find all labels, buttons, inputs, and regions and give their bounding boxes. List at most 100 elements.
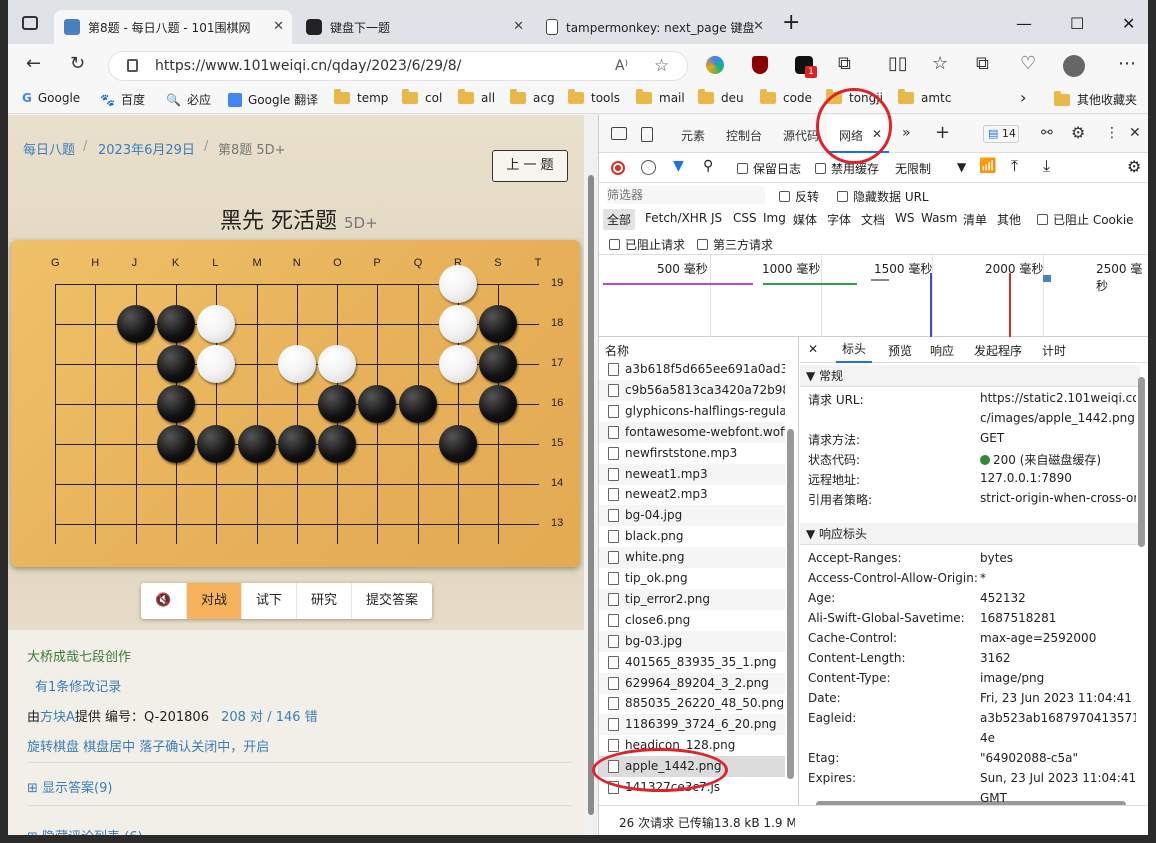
tab-tampermonkey[interactable]: tampermonkey: next_page 键盘下 ✕ [536, 10, 772, 44]
filter-funnel-icon[interactable]: ▼ [673, 158, 684, 174]
network-timeline[interactable]: 500 毫秒 1000 毫秒 1500 毫秒 2000 毫秒 2500 毫秒 [599, 255, 1148, 337]
tab-sources[interactable]: 源代码 [783, 127, 819, 144]
new-tab-button[interactable]: + [782, 10, 800, 35]
bookmark-google-translate[interactable]: Google 翻译 [228, 91, 318, 108]
bookmark-bing[interactable]: 🔍 必应 [166, 91, 211, 108]
tab-console[interactable]: 控制台 [726, 127, 762, 144]
detail-scrollbar[interactable] [1136, 367, 1148, 807]
network-settings-icon[interactable]: ⚙ [1127, 157, 1141, 176]
request-row[interactable]: 885035_26220_48_50.png [599, 693, 785, 714]
throttle-select[interactable]: 无限制 ▼ [895, 160, 967, 177]
general-section-header[interactable]: ▼ 常规 [800, 365, 1140, 387]
author-credit[interactable]: 大桥成哉七段创作 [27, 646, 131, 665]
bookmark-folder-amtc[interactable]: amtc [898, 89, 951, 105]
comments-toggle[interactable]: ⊞ 隐藏评论列表 (6) [27, 826, 143, 835]
filter-input[interactable] [607, 186, 765, 204]
connection-icon[interactable]: ⚯ [1041, 125, 1053, 141]
try-button[interactable]: 试下 [242, 583, 298, 619]
bookmark-google[interactable]: G Google [22, 91, 80, 105]
bookmark-folder-col[interactable]: col [402, 89, 442, 105]
issues-badge[interactable]: ▤ 14 [983, 125, 1019, 143]
battle-button[interactable]: 对战 [187, 583, 243, 619]
study-button[interactable]: 研究 [297, 583, 353, 619]
request-row[interactable]: glyphicons-halflings-regula... [599, 401, 785, 422]
clear-icon[interactable] [641, 160, 656, 175]
extensions-icon[interactable]: ⧉ [838, 53, 851, 74]
record-icon[interactable] [611, 161, 625, 175]
back-icon[interactable]: ← [26, 53, 41, 74]
blocked-requests-checkbox[interactable]: 已阻止请求 [609, 236, 685, 253]
request-list-scrollbar-thumb[interactable] [787, 429, 794, 779]
wifi-conditions-icon[interactable]: 📶 [979, 158, 996, 174]
type-fetch-xhr[interactable]: Fetch/XHR [645, 211, 707, 225]
tab-active[interactable]: 第8题 - 每日八题 - 101围棋网 ✕ [54, 10, 292, 44]
request-row[interactable]: c9b56a5813ca3420a72b987... [599, 379, 785, 401]
type-all[interactable]: 全部 [603, 209, 636, 230]
request-row[interactable]: 401565_83935_35_1.png [599, 652, 785, 673]
request-row[interactable]: white.png [599, 547, 785, 569]
favorite-star-icon[interactable]: ☆ [654, 52, 669, 80]
bookmark-folder-temp[interactable]: temp [334, 89, 388, 105]
read-aloud-icon[interactable]: A⁾ [615, 52, 628, 80]
request-row[interactable]: neweat1.mp3 [599, 463, 785, 485]
more-menu-icon[interactable]: ⋯ [1118, 53, 1136, 74]
bookmark-folder-all[interactable]: all [458, 89, 495, 105]
blocked-cookies-checkbox[interactable]: 已阻止 Cookie [1037, 211, 1134, 228]
request-row[interactable]: 629964_89204_3_2.png [599, 672, 785, 694]
type-wasm[interactable]: Wasm [921, 211, 957, 225]
hide-data-url-checkbox[interactable]: 隐藏数据 URL [837, 188, 929, 205]
edit-record-link[interactable]: 有1条修改记录 [35, 676, 121, 695]
breadcrumb-daily[interactable]: 每日八题 [23, 139, 75, 158]
prev-question-button[interactable]: 上 一 题 [492, 150, 568, 182]
ublock-icon[interactable] [752, 56, 768, 74]
submit-answer-button[interactable]: 提交答案 [352, 583, 432, 619]
request-row[interactable]: tip_ok.png [599, 568, 785, 589]
tab-headers[interactable]: 标头 [836, 337, 873, 363]
show-answer-link[interactable]: ⊞ 显示答案(9) [27, 777, 112, 796]
refresh-icon[interactable]: ↻ [70, 53, 85, 74]
bookmark-folder-acg[interactable]: acg [510, 89, 555, 105]
tab-preview[interactable]: 预览 [888, 342, 912, 359]
request-row[interactable]: tip_error2.png [599, 588, 785, 610]
import-har-icon[interactable]: ⤒ [1011, 156, 1018, 176]
type-doc[interactable]: 文档 [861, 211, 885, 228]
bookmark-folder-tools[interactable]: tools [568, 89, 620, 105]
response-headers-section-header[interactable]: ▼ 响应标头 [800, 523, 1140, 545]
type-ws[interactable]: WS [895, 211, 914, 225]
type-media[interactable]: 媒体 [793, 211, 817, 228]
invert-checkbox[interactable]: 反转 [779, 188, 819, 205]
more-tabs-icon[interactable]: » [902, 125, 911, 141]
breadcrumb-date[interactable]: 2023年6月29日 [98, 139, 195, 158]
favorites-icon[interactable]: ☆ [932, 53, 948, 74]
request-row[interactable]: close6.png [599, 610, 785, 631]
close-detail-icon[interactable]: ✕ [808, 342, 818, 356]
tab-response[interactable]: 响应 [930, 342, 954, 359]
close-devtools-icon[interactable]: ✕ [1129, 125, 1141, 141]
type-js[interactable]: JS [711, 211, 722, 225]
request-row[interactable]: neweat2.mp3 [599, 484, 785, 505]
avatar[interactable] [1063, 55, 1085, 77]
tab-elements[interactable]: 元素 [681, 127, 705, 144]
performance-icon[interactable]: ♡ [1020, 53, 1036, 74]
request-row[interactable]: 1186399_3724_6_20.png [599, 714, 785, 736]
board-options[interactable]: 旋转棋盘 棋盘居中 落子确认关闭中，开启 [27, 736, 269, 755]
go-board[interactable]: 19 18 17 16 15 14 13 G H J K L M N O P Q R S T [11, 240, 580, 567]
tab-timing[interactable]: 计时 [1042, 342, 1066, 359]
request-row[interactable]: fontawesome-webfont.woff... [599, 421, 785, 443]
tab-actions-icon[interactable] [22, 16, 38, 30]
maximize-button[interactable]: ☐ [1070, 14, 1084, 33]
devtools-menu-icon[interactable]: ⋮ [1105, 125, 1119, 141]
provider-link[interactable]: 方块A [40, 710, 75, 725]
tab-initiator[interactable]: 发起程序 [974, 342, 1022, 359]
bookmark-folder-mail[interactable]: mail [636, 89, 685, 105]
close-tab-icon[interactable]: ✕ [753, 19, 764, 34]
third-party-checkbox[interactable]: 第三方请求 [697, 236, 773, 253]
export-har-icon[interactable]: ⤓ [1043, 156, 1050, 176]
mute-button[interactable]: 🔇 [141, 583, 187, 619]
settings-gear-icon[interactable]: ⚙ [1071, 123, 1085, 142]
address-bar[interactable]: https://www.101weiqi.cn/qday/2023/6/29/8… [108, 51, 688, 81]
inspect-icon[interactable] [611, 127, 627, 140]
bookmark-folder-deu[interactable]: deu [698, 89, 744, 105]
preserve-log-checkbox[interactable]: 保留日志 [737, 160, 801, 177]
bookmark-baidu[interactable]: 🐾 百度 [100, 91, 145, 108]
